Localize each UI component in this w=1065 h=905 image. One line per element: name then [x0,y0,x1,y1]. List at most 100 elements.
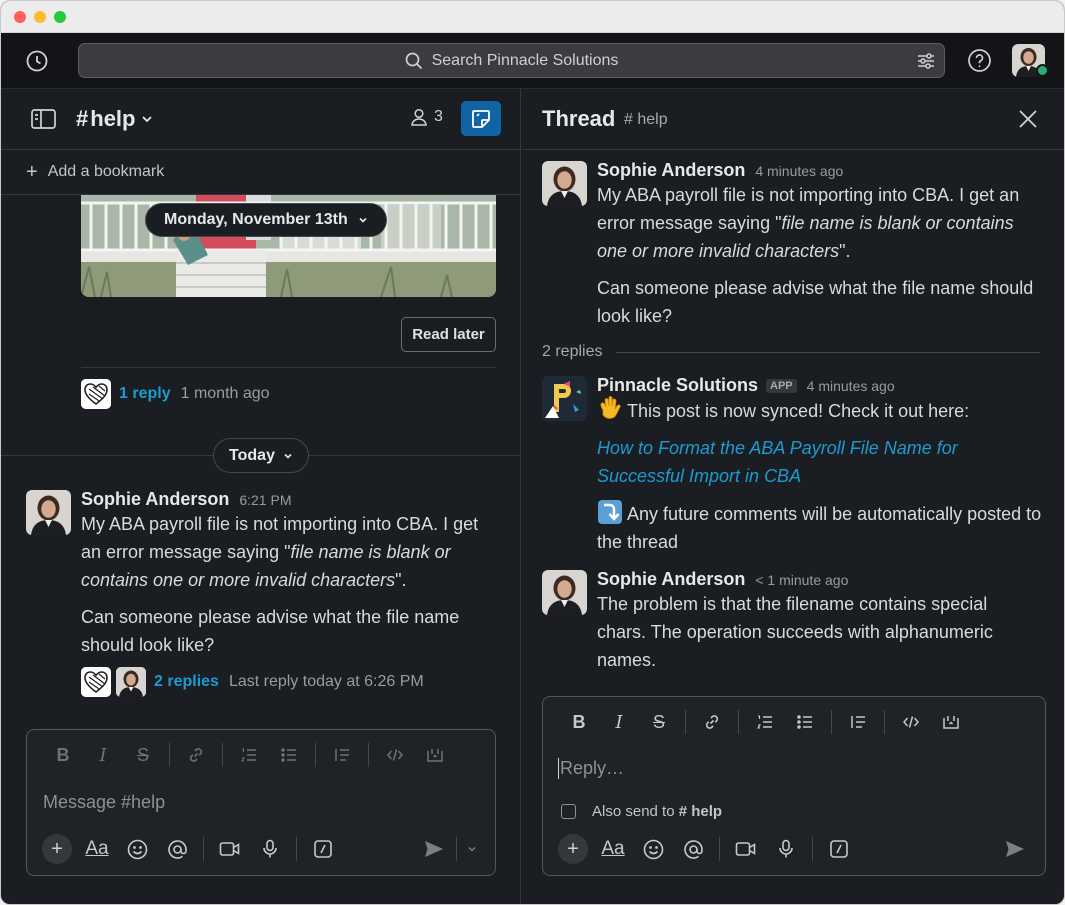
canvas-button[interactable] [461,101,501,136]
bold-button[interactable]: B [559,707,599,737]
zoom-window-button[interactable] [54,11,66,23]
thread-summary-old[interactable]: 1 reply 1 month ago [81,379,270,409]
toolbar-separator [368,743,369,767]
message-author[interactable]: Sophie Anderson [597,569,745,590]
message-author[interactable]: Sophie Anderson [597,160,745,181]
italic-button[interactable]: I [83,740,123,770]
blockquote-button[interactable] [838,707,878,737]
search-bar[interactable]: Search Pinnacle Solutions [78,43,945,78]
blockquote-icon [335,749,349,761]
sidebar-toggle-icon[interactable] [31,108,56,130]
close-window-button[interactable] [14,11,26,23]
members-button[interactable]: 3 [410,108,443,126]
link-button[interactable] [176,740,216,770]
strikethrough-button[interactable]: S [123,740,163,770]
reply-count-link[interactable]: 1 reply [119,385,171,403]
arrow-curving-down-icon [598,500,622,524]
mention-button[interactable] [673,831,713,867]
ordered-list-button[interactable] [229,740,269,770]
replies-divider: 2 replies [542,343,1040,361]
toolbar-separator [738,710,739,734]
bullet-list-button[interactable] [269,740,309,770]
app-avatar[interactable] [542,376,587,421]
microphone-icon [263,839,277,858]
attach-button[interactable]: + [553,831,593,867]
thread-summary[interactable]: 2 replies Last reply today at 6:26 PM [81,667,424,697]
send-options-button[interactable] [459,831,485,867]
video-button[interactable] [210,831,250,867]
message-author[interactable]: Sophie Anderson [81,489,229,510]
code-block-icon [427,749,443,762]
send-button[interactable] [414,831,454,867]
mention-button[interactable] [157,831,197,867]
thread-title: Thread [542,106,616,131]
shortcuts-button[interactable] [819,831,859,867]
today-divider-pill[interactable]: Today [213,438,309,473]
message-avatar[interactable] [542,161,587,206]
strikethrough-button[interactable]: S [639,707,679,737]
add-bookmark-button[interactable]: + Add a bookmark [1,150,520,195]
chevron-down-icon [284,453,292,459]
date-label: Monday, November 13th [164,211,348,228]
code-button[interactable] [375,740,415,770]
channel-name-button[interactable]: # help [76,106,153,132]
help-icon[interactable] [967,48,992,73]
date-divider-pill[interactable]: Monday, November 13th [145,203,387,237]
send-button[interactable] [995,831,1035,867]
blockquote-button[interactable] [322,740,362,770]
message-time[interactable]: 4 minutes ago [807,378,895,394]
replies-link[interactable]: 2 replies [154,673,219,691]
audio-button[interactable] [766,831,806,867]
message-time[interactable]: 4 minutes ago [755,163,843,179]
today-label: Today [229,446,275,464]
also-send-option[interactable]: Also send to # help [561,803,722,820]
code-icon [903,716,919,728]
message-time[interactable]: 6:21 PM [239,492,291,508]
reply-composer: B I S Reply… Also send to # help + Aa [542,696,1046,876]
person-icon [411,108,427,126]
message-avatar[interactable] [26,490,71,535]
bot-line-1: This post is now synced! Check it out he… [597,396,1047,425]
bullet-list-button[interactable] [785,707,825,737]
message-body: My ABA payroll file is not importing int… [81,514,479,590]
emoji-button[interactable] [633,831,673,867]
toolbar-separator [169,743,170,767]
minimize-window-button[interactable] [34,11,46,23]
message-input[interactable]: Message #help [43,792,165,813]
toolbar-separator [685,710,686,734]
reply-input[interactable]: Reply… [558,758,624,779]
link-icon [705,715,719,729]
shortcuts-button[interactable] [303,831,343,867]
code-button[interactable] [891,707,931,737]
message-time[interactable]: < 1 minute ago [755,572,848,588]
message-author[interactable]: Pinnacle Solutions [597,375,758,396]
history-clock-icon[interactable] [25,49,49,73]
plus-icon: + [42,834,72,864]
close-icon[interactable] [1016,107,1040,131]
code-block-button[interactable] [415,740,455,770]
ordered-list-button[interactable] [745,707,785,737]
video-button[interactable] [726,831,766,867]
link-icon [189,748,203,762]
code-icon [387,749,403,761]
message-avatar[interactable] [542,570,587,615]
also-send-checkbox[interactable] [561,804,576,819]
code-block-button[interactable] [931,707,971,737]
bold-button[interactable]: B [43,740,83,770]
thread-channel-link[interactable]: # help [624,111,668,129]
article-link[interactable]: How to Format the ABA Payroll File Name … [597,434,1047,490]
attach-button[interactable]: + [37,831,77,867]
chevron-down-icon [142,116,153,123]
emoji-button[interactable] [117,831,157,867]
link-button[interactable] [692,707,732,737]
channel-pane: # help 3 + Add a bookmark Monday, Novemb… [1,89,521,904]
search-filter-icon[interactable] [916,51,936,71]
audio-button[interactable] [250,831,290,867]
italic-button[interactable]: I [599,707,639,737]
read-later-button[interactable]: Read later [401,317,496,352]
video-camera-icon [219,842,240,856]
text-format-toggle[interactable]: Aa [77,831,117,867]
message-body-2: Can someone please advise what the file … [81,607,460,655]
toolbar-separator [831,710,832,734]
text-format-toggle[interactable]: Aa [593,831,633,867]
